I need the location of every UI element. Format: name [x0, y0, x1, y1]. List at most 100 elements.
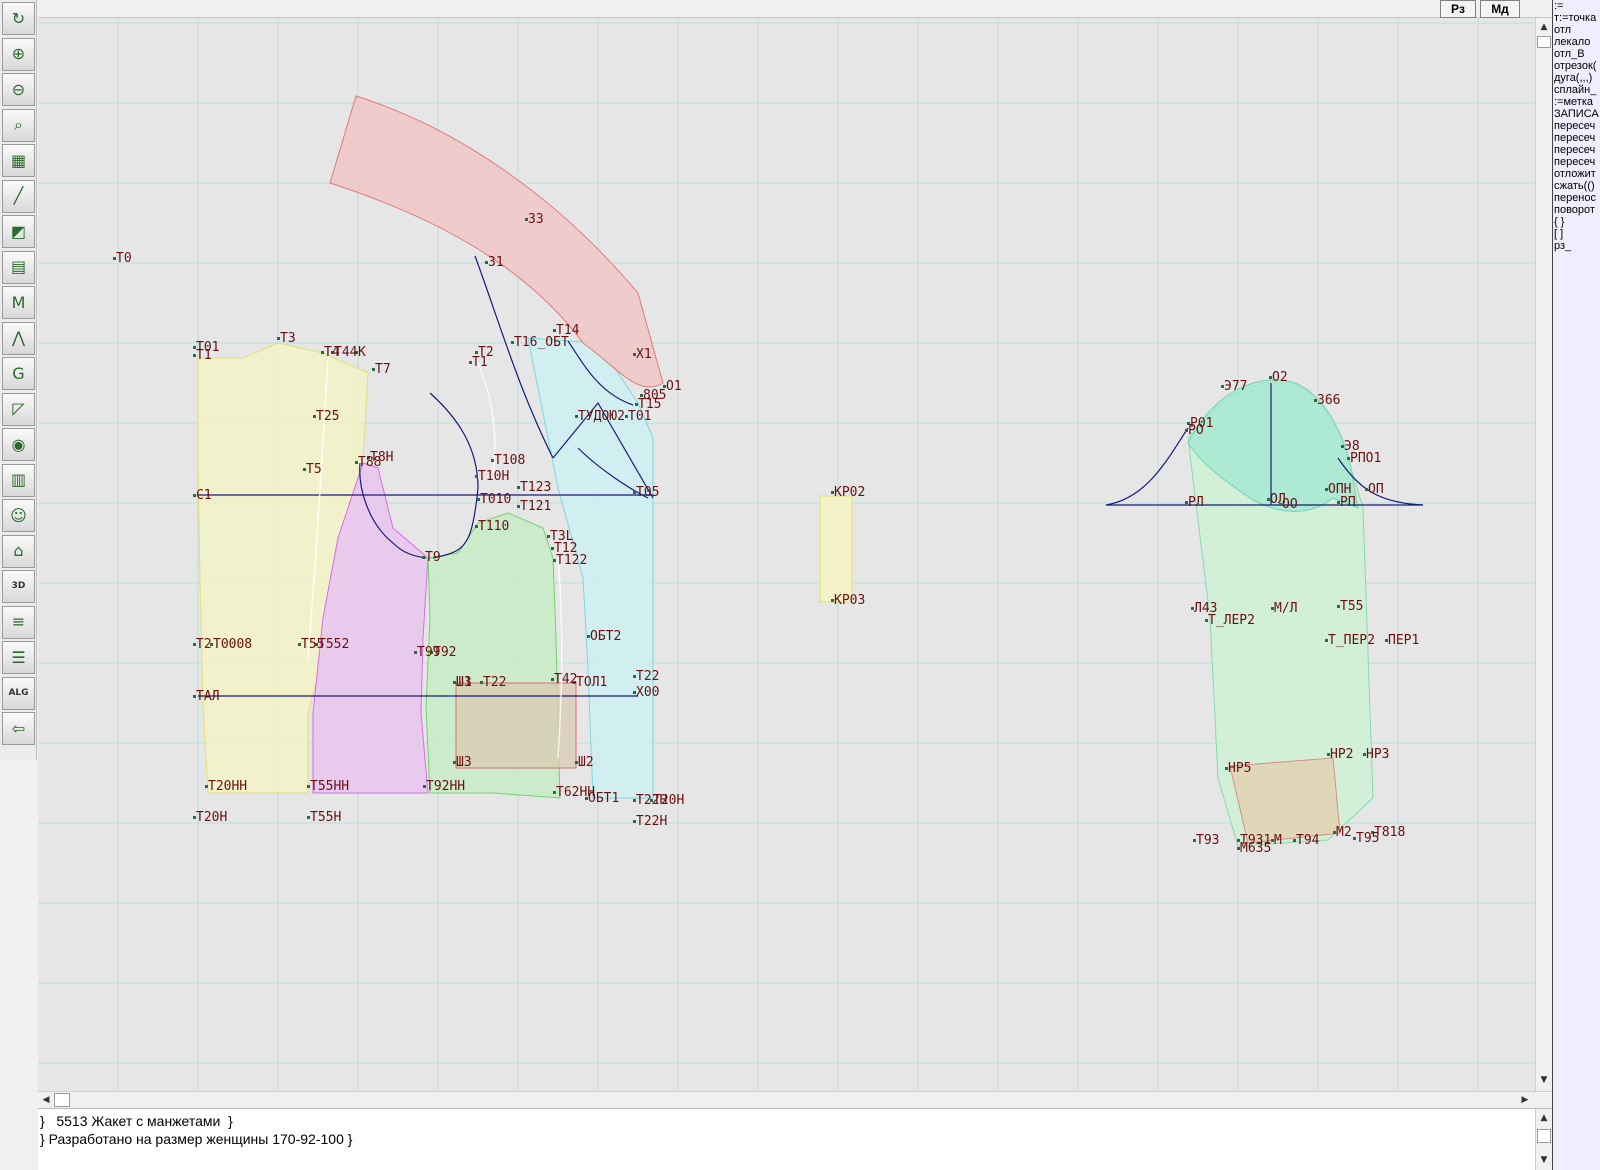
point-label[interactable]: Т_ЛЕР2 — [1208, 613, 1255, 628]
camera-icon[interactable]: ◉ — [2, 428, 35, 461]
point-label[interactable]: Т92 — [433, 645, 456, 660]
ruler-icon[interactable]: ◸ — [2, 392, 35, 426]
zoom-out-icon[interactable]: ⊖ — [2, 73, 35, 106]
piece-icon[interactable]: ◩ — [2, 215, 35, 248]
horizontal-scrollbar[interactable]: ◀ ▶ — [38, 1091, 1552, 1108]
point-label[interactable]: Т3 — [280, 331, 296, 346]
point-label[interactable]: Х1 — [636, 347, 652, 362]
point-label[interactable]: Т122 — [556, 553, 587, 568]
point-label[interactable]: Т0008 — [213, 637, 252, 652]
point-label[interactable]: Э77 — [1224, 379, 1247, 394]
horizontal-scroll-thumb[interactable] — [54, 1093, 70, 1107]
point-label[interactable]: О1 — [666, 379, 682, 394]
command-item[interactable]: :=метка — [1553, 96, 1600, 108]
command-item[interactable]: лекало — [1553, 36, 1600, 48]
command-item[interactable]: := — [1553, 0, 1600, 12]
command-item[interactable]: отл_В — [1553, 48, 1600, 60]
scroll-right-icon[interactable]: ▶ — [1518, 1093, 1532, 1107]
point-label[interactable]: Т44 — [334, 345, 358, 360]
point-label[interactable]: Т1 — [196, 348, 212, 363]
point-label[interactable]: Т_ПЕР2 — [1328, 633, 1375, 648]
command-item[interactable]: { } — [1553, 216, 1600, 228]
pattern-piece-strip[interactable] — [819, 495, 853, 603]
point-label[interactable]: Т110 — [478, 519, 509, 534]
console-scroll-down-icon[interactable]: ▼ — [1537, 1153, 1551, 1167]
point-label[interactable]: РПО1 — [1350, 451, 1381, 466]
document-icon[interactable]: ≡ — [2, 605, 35, 639]
command-item[interactable]: сжать(() — [1553, 180, 1600, 192]
point-label[interactable]: 33 — [528, 212, 544, 227]
model-icon[interactable]: M — [2, 286, 35, 319]
sizes-button[interactable]: Рз — [1440, 0, 1476, 18]
point-label[interactable]: Т94 — [1296, 833, 1320, 848]
point-label[interactable]: ТАЛ — [196, 689, 219, 704]
point-label[interactable]: Т9 — [425, 550, 441, 565]
pattern-icon[interactable]: ▤ — [2, 250, 35, 284]
point-label[interactable]: Ш2 — [578, 755, 594, 770]
point-label[interactable]: ТОЛ1 — [576, 675, 607, 690]
avatar-icon[interactable]: ☺ — [2, 499, 35, 532]
command-item[interactable]: ЗАПИСА — [1553, 108, 1600, 120]
grid-icon[interactable]: ▦ — [2, 144, 35, 177]
command-item[interactable]: [ ] — [1553, 228, 1600, 240]
point-label[interactable]: М — [1274, 833, 1282, 848]
3d-icon[interactable]: 3D — [2, 570, 35, 603]
drawing-canvas[interactable]: Т0 Т01 Т1 Т3 Т4 Т44 К Т7 Т25 Т5 Т88 Т8Н С1 Т2 Т0008 Т55… — [38, 18, 1535, 1091]
point-label[interactable]: НР2 — [1330, 747, 1353, 762]
point-label[interactable]: Т22 — [636, 669, 659, 684]
line-icon[interactable]: ╱ — [2, 179, 35, 213]
jacket-icon[interactable]: ⌂ — [2, 534, 35, 568]
console-scrollbar[interactable]: ▲ ▼ — [1535, 1109, 1552, 1170]
scroll-left-icon[interactable]: ◀ — [39, 1093, 53, 1107]
vertical-scrollbar[interactable]: ▲ ▼ — [1535, 18, 1552, 1091]
point-label[interactable]: ШЗ — [456, 755, 472, 770]
console-scroll-up-icon[interactable]: ▲ — [1537, 1111, 1551, 1125]
point-label[interactable]: РЛ — [1188, 495, 1204, 510]
point-label[interactable]: РО — [1188, 423, 1204, 438]
scroll-down-icon[interactable]: ▼ — [1537, 1073, 1551, 1087]
point-label[interactable]: М6З5 — [1240, 841, 1271, 856]
point-label[interactable]: ТУДОЮ2 — [578, 409, 625, 424]
command-item[interactable]: рз_ — [1553, 240, 1600, 252]
point-label[interactable]: Т20НН — [208, 779, 247, 794]
point-label[interactable]: Т818 — [1374, 825, 1405, 840]
point-label[interactable]: Т552 — [318, 637, 349, 652]
compass-icon[interactable]: ⋀ — [2, 321, 35, 355]
command-item[interactable]: пересеч — [1553, 132, 1600, 144]
point-label[interactable]: Т01 — [628, 409, 651, 424]
zoom-fit-icon[interactable]: ⌕ — [2, 108, 35, 142]
point-label[interactable]: НР3 — [1366, 747, 1389, 762]
point-label[interactable]: Т8Н — [370, 450, 393, 465]
point-label[interactable]: Т25 — [316, 409, 339, 424]
command-item[interactable]: отл — [1553, 24, 1600, 36]
point-label[interactable]: Х00 — [636, 685, 659, 700]
grading-icon[interactable]: G — [2, 357, 35, 390]
command-item[interactable]: сплайн_ — [1553, 84, 1600, 96]
point-label[interactable]: РП — [1340, 495, 1356, 510]
point-label[interactable]: Т92НН — [426, 779, 465, 794]
point-label[interactable]: ОП — [1368, 482, 1384, 497]
console-scroll-thumb[interactable] — [1537, 1129, 1551, 1143]
zoom-in-icon[interactable]: ⊕ — [2, 37, 35, 71]
table-icon[interactable]: ▥ — [2, 463, 35, 497]
vertical-scroll-thumb[interactable] — [1537, 36, 1551, 48]
point-label[interactable]: ПЕР1 — [1388, 633, 1419, 648]
point-label[interactable]: Т55Н — [310, 810, 341, 825]
point-label[interactable]: О2 — [1272, 370, 1288, 385]
point-label[interactable]: Т010 — [480, 492, 511, 507]
point-label[interactable]: С1 — [196, 488, 212, 503]
command-item[interactable]: отрезок( — [1553, 60, 1600, 72]
command-item[interactable]: пересеч — [1553, 144, 1600, 156]
models-button[interactable]: Мд — [1480, 0, 1520, 18]
exit-icon[interactable]: ⇦ — [2, 712, 35, 745]
point-label[interactable]: ОО — [1282, 497, 1298, 512]
point-label[interactable]: Т121 — [520, 499, 551, 514]
command-item[interactable]: дуга(,,,) — [1553, 72, 1600, 84]
point-label[interactable]: Т55 — [1340, 599, 1363, 614]
point-label[interactable]: Т20Н — [196, 810, 227, 825]
point-label[interactable]: Т42 — [554, 672, 577, 687]
point-label[interactable]: КР03 — [834, 593, 865, 608]
point-label[interactable]: М2 — [1336, 825, 1352, 840]
text-console[interactable]: } 5513 Жакет с манжетами } } Разработано… — [38, 1108, 1552, 1170]
refresh-icon[interactable]: ↻ — [2, 2, 35, 35]
